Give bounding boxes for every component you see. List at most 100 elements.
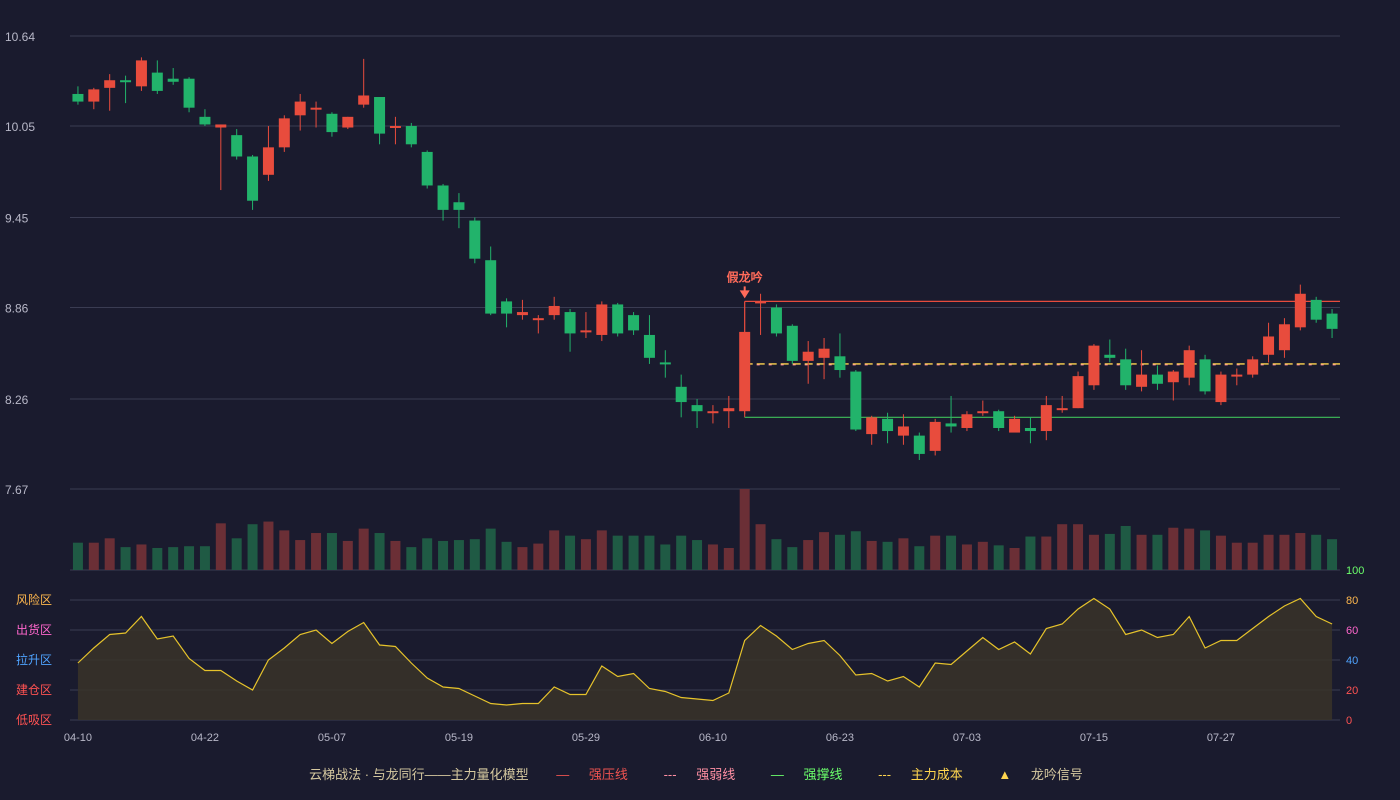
candle-body xyxy=(723,408,735,412)
candle-body xyxy=(786,325,798,361)
x-tick-label: 05-29 xyxy=(572,732,600,744)
candle-body xyxy=(961,414,973,428)
candle-body xyxy=(802,351,814,361)
volume-bar xyxy=(1136,534,1147,570)
volume-bar xyxy=(946,535,957,570)
signal-label: 假龙吟 xyxy=(727,269,763,284)
volume-bar xyxy=(1009,547,1020,570)
candle-body xyxy=(342,116,354,128)
candle-body xyxy=(437,185,449,210)
candle-body xyxy=(294,101,306,116)
candle-body xyxy=(977,411,989,414)
volume-bar xyxy=(612,535,623,570)
candle-body xyxy=(421,151,433,186)
candle-body xyxy=(882,418,894,432)
osc-tick-label: 80 xyxy=(1346,595,1358,607)
volume-bar xyxy=(803,540,814,570)
candle-body xyxy=(1215,374,1227,403)
price-tick-label: 8.26 xyxy=(5,393,29,407)
osc-tick-label: 20 xyxy=(1346,685,1358,697)
volume-bar xyxy=(644,535,655,570)
volume-bar xyxy=(1263,534,1274,570)
candle-body xyxy=(1151,374,1163,384)
candle-body xyxy=(199,116,211,125)
volume-bar xyxy=(1215,535,1226,570)
legend-item-cost[interactable]: --- 主力成本 xyxy=(870,767,971,782)
x-tick-label: 05-07 xyxy=(318,732,346,744)
osc-zone-label: 出货区 xyxy=(16,622,52,637)
volume-bar xyxy=(1120,525,1131,570)
candle-body xyxy=(834,356,846,371)
volume-bar xyxy=(882,541,893,570)
volume-bar xyxy=(993,545,1004,570)
legend-item-signal[interactable]: ▲ 龙吟信号 xyxy=(990,767,1091,782)
x-tick-label: 05-19 xyxy=(445,732,473,744)
osc-zone-label: 拉升区 xyxy=(16,652,52,667)
x-tick-label: 07-03 xyxy=(953,732,981,744)
volume-bar xyxy=(469,539,480,570)
candle-body xyxy=(389,125,401,128)
volume-bar xyxy=(755,524,766,570)
volume-bar xyxy=(1247,542,1258,570)
candle-body xyxy=(1024,427,1036,432)
candle-body xyxy=(501,301,513,314)
volume-bar xyxy=(596,530,607,570)
volume-bar xyxy=(438,540,449,570)
candle-body xyxy=(262,147,274,175)
volume-bar xyxy=(1104,533,1115,570)
candle-body xyxy=(231,135,243,157)
legend-item-weak[interactable]: --- 强弱线 xyxy=(656,767,744,782)
candle-body xyxy=(1040,405,1052,432)
candle-body xyxy=(1247,359,1259,375)
osc-zone-label: 建仓区 xyxy=(16,683,52,697)
volume-bar xyxy=(580,539,591,570)
candle-body xyxy=(72,93,84,102)
volume-bar xyxy=(1152,534,1163,570)
volume-bar xyxy=(374,533,385,570)
candle-body xyxy=(183,78,195,108)
candle-body xyxy=(135,60,147,87)
candle-body xyxy=(374,97,386,134)
candle-body xyxy=(818,348,830,358)
volume-bar xyxy=(422,538,433,570)
volume-bar xyxy=(739,489,750,570)
osc-zone-label: 低吸区 xyxy=(16,713,52,727)
volume-bar xyxy=(1279,534,1290,570)
candle-body xyxy=(1199,359,1211,392)
candle-body xyxy=(1326,313,1338,329)
candle-body xyxy=(326,113,338,133)
x-tick-label: 06-10 xyxy=(699,732,727,744)
candle-body xyxy=(580,330,592,333)
candle-body xyxy=(1167,371,1179,383)
volume-bar xyxy=(501,541,512,570)
volume-bar xyxy=(771,539,782,570)
candle-body xyxy=(929,421,941,451)
volume-bar xyxy=(485,528,496,570)
candle-body xyxy=(405,125,417,145)
volume-bar xyxy=(707,544,718,570)
price-tick-label: 10.05 xyxy=(5,120,35,134)
volume-bar xyxy=(342,540,353,570)
candle-body xyxy=(1009,418,1021,433)
osc-tick-label: 100 xyxy=(1346,565,1364,577)
volume-bar xyxy=(326,533,337,570)
stock-chart: 10.64 10.05 9.45 8.86 8.26 7.67 100 80 60 40 20 0 风险… xyxy=(0,0,1400,800)
volume-bar xyxy=(1295,533,1306,570)
candle-body xyxy=(247,156,259,201)
volume-bar xyxy=(517,547,528,570)
candle-body xyxy=(659,362,671,365)
legend-item-press[interactable]: — 强压线 xyxy=(548,767,636,782)
volume-bar xyxy=(358,528,369,570)
volume-bar xyxy=(819,532,830,570)
volume-bar xyxy=(930,535,941,570)
legend-item-support[interactable]: — 强撑线 xyxy=(763,767,851,782)
candle-body xyxy=(1183,350,1195,378)
candle-body xyxy=(945,423,957,427)
volume-bar xyxy=(533,543,544,570)
volume-bar xyxy=(1311,534,1322,570)
osc-tick-label: 40 xyxy=(1346,655,1358,667)
candle-body xyxy=(643,334,655,358)
candle-body xyxy=(485,260,497,314)
x-tick-label: 07-27 xyxy=(1207,732,1235,744)
candle-body xyxy=(532,318,544,321)
